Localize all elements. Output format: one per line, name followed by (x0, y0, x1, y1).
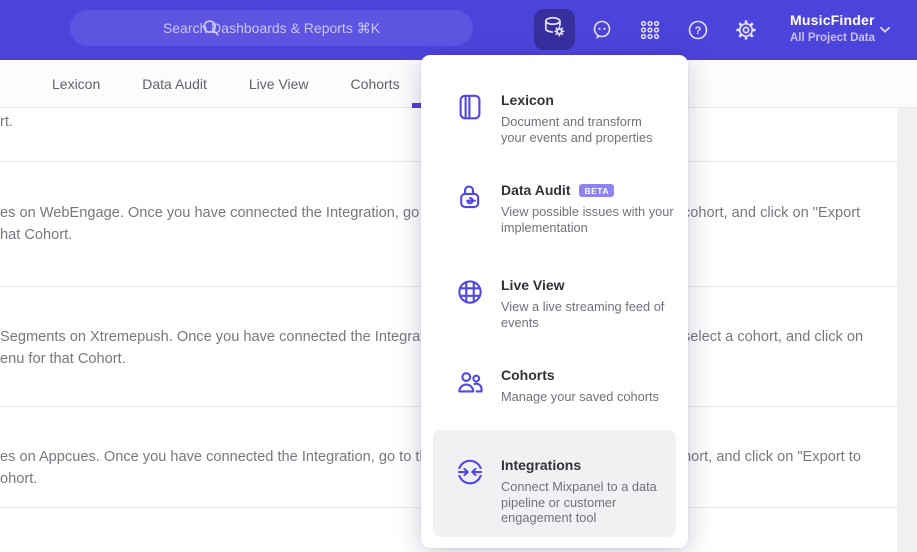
gear-icon (734, 20, 758, 46)
menu-item-title: Integrations (501, 457, 582, 473)
integrations-icon (455, 457, 485, 487)
search-input[interactable] (70, 10, 473, 46)
nav-dropdown-panel: Lexicon Document and transform your even… (421, 55, 688, 548)
project-name: MusicFinder (790, 12, 875, 28)
live-view-globe-icon (455, 277, 485, 307)
beta-badge: BETA (579, 183, 614, 198)
row-text-right: hort, and click on "Export to (683, 449, 861, 465)
menu-item-description: View a live streaming feed of events (501, 299, 665, 330)
apps-grid-button[interactable] (638, 18, 662, 42)
menu-item-data-audit[interactable]: Data Audit BETA View possible issues wit… (421, 182, 688, 235)
tab-cohorts[interactable]: Cohorts (351, 76, 400, 92)
data-audit-icon (455, 182, 485, 212)
scrollbar-track[interactable] (897, 108, 917, 552)
data-management-icon (542, 14, 568, 45)
cohorts-people-icon (455, 367, 485, 397)
lexicon-book-icon (455, 92, 485, 122)
top-app-bar: ? MusicFinder All Project Data (0, 0, 917, 60)
tab-lexicon[interactable]: Lexicon (52, 76, 100, 92)
menu-item-description: Connect Mixpanel to a data pipeline or c… (501, 479, 657, 525)
feedback-icon (590, 20, 614, 46)
project-subtitle: All Project Data (790, 32, 875, 44)
menu-item-title: Cohorts (501, 367, 555, 383)
global-search[interactable] (70, 10, 473, 46)
menu-item-lexicon[interactable]: Lexicon Document and transform your even… (421, 92, 688, 145)
help-button[interactable]: ? (686, 18, 710, 42)
menu-item-live-view[interactable]: Live View View a live streaming feed of … (421, 277, 688, 330)
data-management-button[interactable] (534, 9, 575, 50)
menu-item-integrations[interactable]: Integrations Connect Mixpanel to a data … (433, 430, 676, 537)
menu-item-description: Document and transform your events and p… (501, 114, 653, 145)
menu-item-title: Data Audit (501, 182, 571, 198)
menu-item-description: View possible issues with your implement… (501, 204, 674, 235)
row-text-right: cohort, and click on "Export (683, 205, 861, 221)
feedback-button[interactable] (590, 18, 614, 42)
project-switcher[interactable]: MusicFinder All Project Data (790, 12, 875, 44)
settings-button[interactable] (734, 18, 758, 42)
help-icon: ? (686, 20, 710, 46)
apps-grid-icon (638, 20, 662, 46)
tab-data-audit[interactable]: Data Audit (142, 76, 207, 92)
menu-item-title: Live View (501, 277, 565, 293)
row-text-right: select a cohort, and click on (683, 329, 864, 345)
menu-item-description: Manage your saved cohorts (501, 389, 659, 404)
chevron-down-icon[interactable] (877, 22, 893, 43)
menu-item-title: Lexicon (501, 92, 554, 108)
tab-live-view[interactable]: Live View (249, 76, 309, 92)
svg-text:?: ? (695, 25, 702, 37)
menu-item-cohorts[interactable]: Cohorts Manage your saved cohorts (421, 367, 688, 405)
